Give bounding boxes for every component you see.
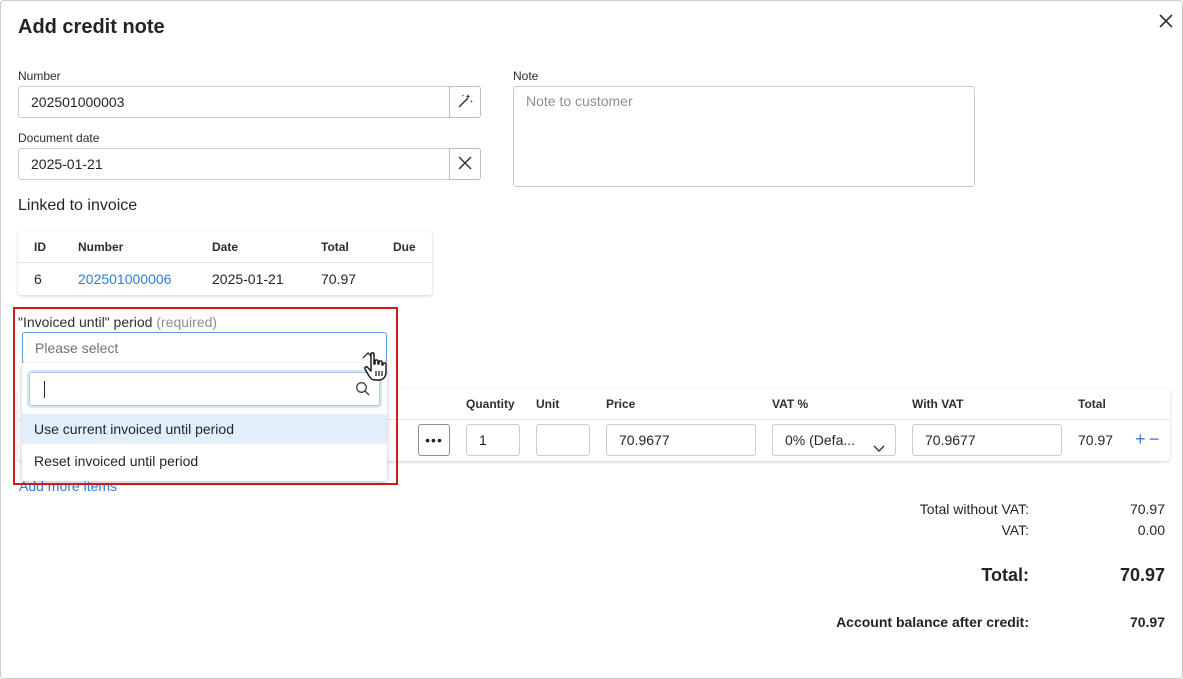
invoice-id: 6 bbox=[34, 271, 42, 287]
item-options-button[interactable]: ••• bbox=[418, 424, 450, 456]
column-header: Date bbox=[212, 240, 239, 254]
column-header: Price bbox=[606, 397, 636, 411]
column-header: Quantity bbox=[466, 397, 515, 411]
unit-input[interactable] bbox=[536, 424, 590, 456]
quantity-input[interactable]: 1 bbox=[466, 424, 520, 456]
balance-value: 70.97 bbox=[1129, 614, 1165, 630]
total-without-vat-value: 70.97 bbox=[1129, 501, 1165, 517]
modal-title: Add credit note bbox=[18, 16, 165, 38]
linked-invoice-table: ID Number Date Total Due 6 202501000006 … bbox=[18, 231, 432, 295]
column-header: Total bbox=[1078, 397, 1106, 411]
text-cursor bbox=[44, 381, 45, 398]
linked-invoice-heading: Linked to invoice bbox=[18, 197, 138, 214]
invoiced-until-label-text: "Invoiced until" period bbox=[18, 314, 153, 330]
column-header: ID bbox=[34, 240, 46, 254]
credit-note-modal: Add credit note Number 202501000003 Docu… bbox=[0, 0, 1183, 679]
column-header: Total bbox=[321, 240, 349, 254]
chevron-down-icon bbox=[873, 434, 885, 455]
balance-label: Account balance after credit: bbox=[836, 614, 1029, 630]
option-reset[interactable]: Reset invoiced until period bbox=[22, 446, 387, 476]
remove-row-icon[interactable]: − bbox=[1149, 429, 1160, 450]
divider bbox=[18, 262, 432, 263]
number-input[interactable]: 202501000003 bbox=[18, 86, 450, 118]
hand-cursor-icon bbox=[362, 351, 390, 383]
column-header: Due bbox=[393, 240, 416, 254]
invoiced-until-label: "Invoiced until" period (required) bbox=[18, 314, 217, 330]
search-icon bbox=[355, 381, 371, 400]
note-textarea[interactable]: Note to customer bbox=[513, 86, 975, 187]
invoice-date: 2025-01-21 bbox=[212, 271, 284, 287]
vat-value: 0.00 bbox=[1137, 522, 1165, 538]
vat-label: VAT: bbox=[1001, 522, 1030, 538]
dropdown-search-input[interactable] bbox=[29, 372, 380, 406]
total-label: Total: bbox=[981, 565, 1029, 585]
add-row-icon[interactable]: + bbox=[1135, 429, 1146, 450]
close-icon[interactable] bbox=[1156, 11, 1176, 31]
generate-number-button[interactable] bbox=[449, 86, 481, 118]
magic-wand-icon bbox=[456, 92, 474, 113]
invoiced-until-select[interactable]: Please select bbox=[22, 332, 387, 364]
with-vat-input[interactable]: 70.9677 bbox=[912, 424, 1062, 456]
note-label: Note bbox=[513, 69, 539, 83]
column-header: Unit bbox=[536, 397, 560, 411]
invoice-number-link[interactable]: 202501000006 bbox=[78, 271, 171, 287]
option-use-current[interactable]: Use current invoiced until period bbox=[22, 414, 387, 444]
price-input[interactable]: 70.9677 bbox=[606, 424, 756, 456]
total-value: 70.97 bbox=[1119, 565, 1165, 585]
invoice-total: 70.97 bbox=[321, 271, 357, 287]
column-header: With VAT bbox=[912, 397, 964, 411]
vat-select-value: 0% (Defa... bbox=[785, 432, 856, 448]
total-without-vat-label: Total without VAT: bbox=[919, 501, 1029, 517]
column-header: VAT % bbox=[772, 397, 809, 411]
select-placeholder: Please select bbox=[35, 340, 119, 356]
item-total: 70.97 bbox=[1078, 432, 1114, 448]
clear-date-button[interactable] bbox=[449, 148, 481, 180]
document-date-input[interactable]: 2025-01-21 bbox=[18, 148, 450, 180]
more-icon: ••• bbox=[425, 432, 443, 448]
vat-select[interactable]: 0% (Defa... bbox=[772, 424, 896, 456]
document-date-label: Document date bbox=[18, 131, 100, 145]
required-hint: (required) bbox=[156, 314, 218, 330]
invoiced-until-dropdown: Use current invoiced until period Reset … bbox=[22, 363, 387, 481]
close-icon bbox=[457, 155, 473, 174]
column-header: Number bbox=[78, 240, 124, 254]
number-label: Number bbox=[18, 69, 61, 83]
